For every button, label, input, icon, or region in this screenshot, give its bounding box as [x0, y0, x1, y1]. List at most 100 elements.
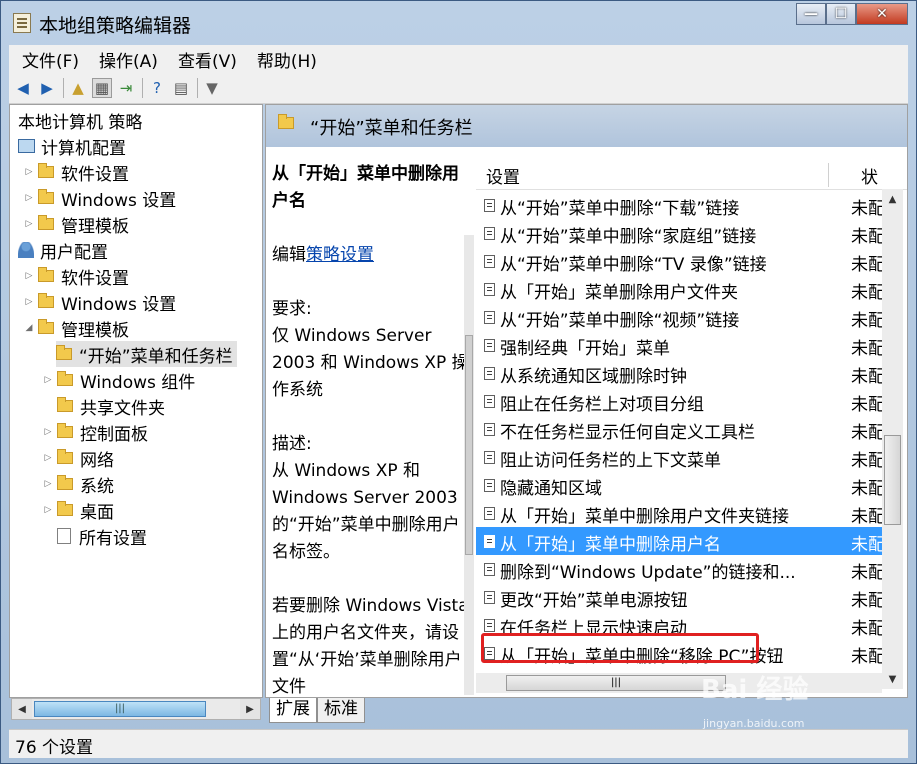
forward-arrow-icon[interactable]: ▶ — [37, 78, 57, 98]
tree-node-user[interactable]: 用户配置 — [18, 237, 108, 263]
collapse-chevron-icon[interactable]: ◢ — [24, 323, 34, 333]
menu-action[interactable]: 操作(A) — [92, 47, 165, 72]
tree-horizontal-scrollbar[interactable]: ◀ ||| ▶ — [11, 698, 261, 720]
export-list-icon[interactable]: ⇥ — [116, 78, 136, 98]
tree-node-network[interactable]: ▷ 网络 — [43, 445, 114, 471]
policy-setting-icon — [484, 227, 495, 240]
setting-name: 不在任务栏显示任何自定义工具栏 — [500, 423, 755, 443]
table-row[interactable]: 删除到“Windows Update”的链接和... 未配 — [476, 555, 885, 583]
extra-text: 若要删除 Windows Vista 上的用户名文件夹，请设置“从‘开始’菜单删… — [272, 596, 469, 697]
table-row[interactable]: 从系统通知区域删除时钟 未配 — [476, 359, 885, 387]
tree-node-start-menu[interactable]: “开始”菜单和任务栏 — [56, 341, 237, 367]
properties-icon[interactable]: ▤ — [171, 78, 191, 98]
table-row[interactable]: 阻止在任务栏上对项目分组 未配 — [476, 387, 885, 415]
expand-chevron-icon[interactable]: ▷ — [24, 167, 34, 177]
close-button[interactable]: ✕ — [856, 3, 908, 25]
setting-state: 未配 — [851, 227, 885, 247]
tree-node-system[interactable]: ▷ 系统 — [43, 471, 114, 497]
filter-icon[interactable]: ▼ — [202, 78, 222, 98]
help-icon[interactable]: ? — [147, 78, 167, 98]
back-arrow-icon[interactable]: ◀ — [13, 78, 33, 98]
column-setting[interactable]: 设置 — [486, 163, 520, 188]
tree-node-user-software[interactable]: ▷ 软件设置 — [24, 263, 129, 289]
show-hide-tree-icon[interactable]: ▦ — [92, 78, 112, 98]
expand-chevron-icon[interactable]: ▷ — [43, 375, 53, 385]
tree-node-root[interactable]: 本地计算机 策略 — [18, 107, 142, 133]
setting-state: 未配 — [851, 479, 885, 499]
requirements-label: 要求: — [272, 299, 312, 319]
setting-state: 未配 — [851, 255, 885, 275]
tree-node-all-settings[interactable]: 所有设置 — [57, 523, 147, 549]
table-row[interactable]: 从“开始”菜单中删除“视频”链接 未配 — [476, 303, 885, 331]
setting-state: 未配 — [851, 507, 885, 527]
tree-node-comp-admin[interactable]: ▷ 管理模板 — [24, 211, 129, 237]
tree-node-comp-software[interactable]: ▷ 软件设置 — [24, 159, 129, 185]
table-row[interactable]: 强制经典「开始」菜单 未配 — [476, 331, 885, 359]
window-title: 本地组策略编辑器 — [39, 15, 192, 37]
baidu-watermark-url: jingyan.baidu.com — [703, 717, 805, 730]
tab-extended[interactable]: 扩展 — [269, 698, 317, 723]
list-horizontal-scrollbar[interactable]: ||| — [476, 673, 882, 693]
expand-chevron-icon[interactable]: ▷ — [43, 505, 53, 515]
policy-setting-icon — [484, 339, 495, 352]
policy-setting-icon — [484, 311, 495, 324]
table-row[interactable]: 更改“开始”菜单电源按钮 未配 — [476, 583, 885, 611]
table-row[interactable]: 从「开始」菜单中删除用户文件夹链接 未配 — [476, 499, 885, 527]
table-row[interactable]: 从「开始」菜单删除用户文件夹 未配 — [476, 275, 885, 303]
table-row[interactable]: 从“开始”菜单中删除“家庭组”链接 未配 — [476, 219, 885, 247]
minimize-button[interactable]: — — [796, 3, 826, 25]
tree-node-win-components[interactable]: ▷ Windows 组件 — [43, 367, 195, 393]
setting-state: 未配 — [851, 423, 885, 443]
expand-chevron-icon[interactable]: ▷ — [43, 479, 53, 489]
tree-node-computer[interactable]: 计算机配置 — [18, 133, 126, 159]
policy-setting-icon — [484, 451, 495, 464]
maximize-button[interactable]: ☐ — [826, 3, 856, 25]
scrollbar-thumb[interactable] — [465, 335, 473, 555]
description-label: 描述: — [272, 434, 312, 454]
table-row[interactable]: 不在任务栏显示任何自定义工具栏 未配 — [476, 415, 885, 443]
folder-icon — [57, 423, 73, 438]
table-row[interactable]: 隐藏通知区域 未配 — [476, 471, 885, 499]
table-row[interactable]: 从“开始”菜单中删除“下载”链接 未配 — [476, 191, 885, 219]
scrollbar-thumb[interactable]: ||| — [34, 701, 206, 717]
description-text: 从 Windows XP 和 Windows Server 2003 的“开始”… — [272, 461, 460, 562]
scrollbar-thumb[interactable] — [884, 435, 901, 525]
up-folder-icon[interactable]: ▲ — [68, 78, 88, 98]
folder-icon — [38, 293, 54, 308]
expand-chevron-icon[interactable]: ▷ — [24, 271, 34, 281]
expand-chevron-icon[interactable]: ▷ — [43, 453, 53, 463]
settings-list: 设置 状 从“开始”菜单中删除“下载”链接 未配 从“开始”菜单中删除“家庭组”链接… — [476, 161, 907, 697]
column-state[interactable]: 状 — [861, 163, 878, 188]
expand-chevron-icon[interactable]: ▷ — [24, 297, 34, 307]
description-scrollbar[interactable] — [464, 235, 474, 695]
menu-help[interactable]: 帮助(H) — [250, 47, 324, 72]
view-tabs: 扩展 标准 — [269, 698, 365, 723]
table-row[interactable]: 从「开始」菜单中删除用户名 未配 — [476, 527, 885, 555]
edit-policy-link[interactable]: 策略设置 — [306, 245, 374, 265]
menu-file[interactable]: 文件(F) — [15, 47, 86, 72]
table-row[interactable]: 阻止访问任务栏的上下文菜单 未配 — [476, 443, 885, 471]
tree-node-shared-folders[interactable]: 共享文件夹 — [57, 393, 165, 419]
scroll-right-icon[interactable]: ▶ — [240, 699, 260, 719]
policy-setting-icon — [484, 591, 495, 604]
tab-standard[interactable]: 标准 — [317, 698, 365, 723]
expand-chevron-icon[interactable]: ▷ — [24, 219, 34, 229]
tree-node-control-panel[interactable]: ▷ 控制面板 — [43, 419, 148, 445]
scroll-up-icon[interactable]: ▲ — [882, 189, 903, 209]
expand-chevron-icon[interactable]: ▷ — [24, 193, 34, 203]
scroll-left-icon[interactable]: ◀ — [12, 699, 32, 719]
policy-setting-icon — [484, 367, 495, 380]
tree-node-user-windows[interactable]: ▷ Windows 设置 — [24, 289, 176, 315]
list-vertical-scrollbar[interactable]: ▲ ▼ — [882, 189, 903, 689]
tree-node-comp-windows[interactable]: ▷ Windows 设置 — [24, 185, 176, 211]
tree-node-desktop[interactable]: ▷ 桌面 — [43, 497, 114, 523]
scroll-down-icon[interactable]: ▼ — [882, 669, 903, 689]
scrollbar-thumb[interactable]: ||| — [506, 675, 726, 691]
tree-node-user-admin[interactable]: ◢ 管理模板 — [24, 315, 129, 341]
menu-view[interactable]: 查看(V) — [171, 47, 244, 72]
setting-name: 删除到“Windows Update”的链接和... — [500, 563, 796, 583]
table-row[interactable]: 从“开始”菜单中删除“TV 录像”链接 未配 — [476, 247, 885, 275]
setting-name: 阻止访问任务栏的上下文菜单 — [500, 451, 721, 471]
expand-chevron-icon[interactable]: ▷ — [43, 427, 53, 437]
setting-state: 未配 — [851, 395, 885, 415]
